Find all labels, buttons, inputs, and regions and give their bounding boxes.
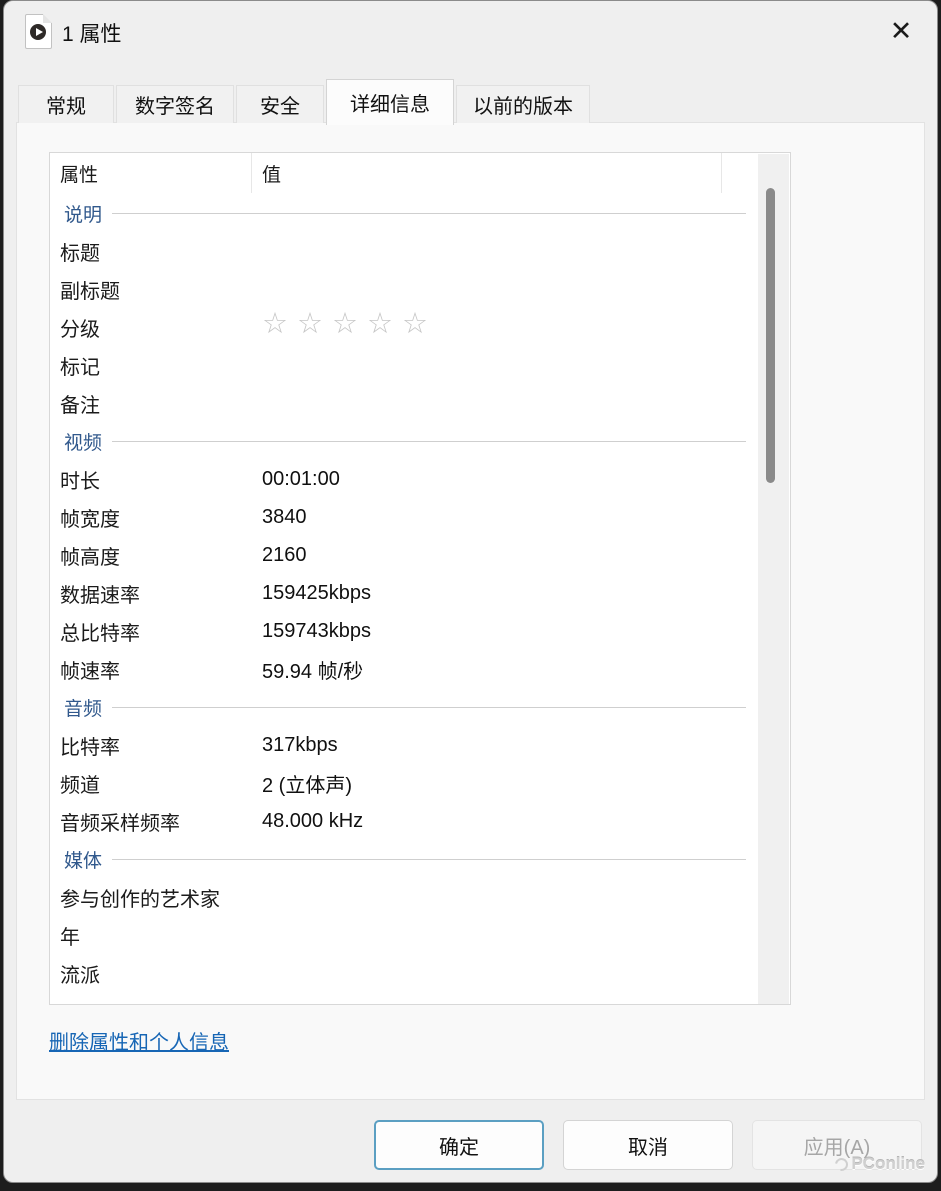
row-frame-rate[interactable]: 帧速率 59.94 帧/秒 [50, 650, 760, 688]
cancel-button[interactable]: 取消 [563, 1120, 733, 1170]
properties-dialog: 1 属性 ✕ 常规 数字签名 安全 详细信息 以前的版本 属性 值 说明 标题 [3, 0, 938, 1183]
close-button[interactable]: ✕ [879, 11, 923, 51]
row-year[interactable]: 年 [50, 916, 760, 954]
rating-stars[interactable]: ☆☆☆☆☆ [262, 310, 437, 339]
list-header: 属性 值 [50, 153, 790, 193]
ok-button[interactable]: 确定 [374, 1120, 544, 1170]
property-value: 159425kbps [262, 582, 371, 605]
section-media: 媒体 [50, 840, 760, 878]
property-label: 年 [60, 921, 262, 950]
section-divider [112, 213, 746, 214]
property-label: 备注 [60, 389, 262, 418]
window-title: 1 属性 [62, 18, 122, 48]
list-rows: 说明 标题 副标题 分级 ☆☆☆☆☆ 标记 [50, 194, 760, 992]
scrollbar-thumb[interactable] [766, 188, 775, 483]
pconline-logo-icon [833, 1155, 851, 1173]
scrollbar[interactable] [758, 154, 789, 1005]
property-value: 3840 [262, 506, 307, 529]
remove-properties-link[interactable]: 删除属性和个人信息 [49, 1026, 229, 1055]
property-label: 流派 [60, 959, 262, 988]
tab-strip: 常规 数字签名 安全 详细信息 以前的版本 [18, 77, 590, 123]
row-comments[interactable]: 备注 [50, 384, 760, 422]
details-tab-page: 属性 值 说明 标题 副标题 分级 ☆☆☆☆☆ [16, 122, 925, 1100]
row-data-rate[interactable]: 数据速率 159425kbps [50, 574, 760, 612]
properties-list: 属性 值 说明 标题 副标题 分级 ☆☆☆☆☆ [49, 152, 791, 1005]
property-label: 数据速率 [60, 579, 262, 608]
page-fold-icon [43, 14, 52, 23]
section-divider [112, 707, 746, 708]
property-value: 317kbps [262, 734, 338, 757]
row-length[interactable]: 时长 00:01:00 [50, 460, 760, 498]
property-label: 参与创作的艺术家 [60, 883, 262, 912]
section-label: 媒体 [60, 846, 102, 873]
row-frame-width[interactable]: 帧宽度 3840 [50, 498, 760, 536]
watermark-text: PConline [851, 1154, 925, 1174]
property-label: 标题 [60, 237, 262, 266]
row-subtitle[interactable]: 副标题 [50, 270, 760, 308]
media-file-icon [25, 14, 52, 49]
section-divider [112, 441, 746, 442]
property-label: 帧速率 [60, 655, 262, 684]
play-circle-icon [30, 24, 46, 40]
property-label: 分级 [60, 313, 262, 342]
property-value: 00:01:00 [262, 468, 340, 491]
property-label: 频道 [60, 769, 262, 798]
property-value: 2160 [262, 544, 307, 567]
section-audio: 音频 [50, 688, 760, 726]
tab-details[interactable]: 详细信息 [326, 79, 454, 125]
tab-general[interactable]: 常规 [18, 85, 114, 123]
column-header-value: 值 [252, 153, 722, 193]
section-divider [112, 859, 746, 860]
play-triangle-icon [36, 28, 43, 36]
property-label: 音频采样频率 [60, 807, 262, 836]
row-rating[interactable]: 分级 ☆☆☆☆☆ [50, 308, 760, 346]
property-label: 帧高度 [60, 541, 262, 570]
property-label: 总比特率 [60, 617, 262, 646]
pconline-watermark: PConline [835, 1154, 925, 1174]
property-value: 48.000 kHz [262, 810, 363, 833]
row-tags[interactable]: 标记 [50, 346, 760, 384]
property-label: 标记 [60, 351, 262, 380]
row-genre[interactable]: 流派 [50, 954, 760, 992]
row-channels[interactable]: 频道 2 (立体声) [50, 764, 760, 802]
property-label: 时长 [60, 465, 262, 494]
row-audio-bitrate[interactable]: 比特率 317kbps [50, 726, 760, 764]
property-label: 副标题 [60, 275, 262, 304]
tab-previous-versions[interactable]: 以前的版本 [456, 85, 590, 123]
property-value: 159743kbps [262, 620, 371, 643]
property-value: 59.94 帧/秒 [262, 655, 363, 684]
row-frame-height[interactable]: 帧高度 2160 [50, 536, 760, 574]
section-label: 说明 [60, 200, 102, 227]
tab-digital-signatures[interactable]: 数字签名 [116, 85, 234, 123]
tab-security[interactable]: 安全 [236, 85, 324, 123]
property-label: 比特率 [60, 731, 262, 760]
section-description: 说明 [50, 194, 760, 232]
row-title[interactable]: 标题 [50, 232, 760, 270]
row-contributing-artists[interactable]: 参与创作的艺术家 [50, 878, 760, 916]
property-value: 2 (立体声) [262, 769, 352, 798]
column-header-property: 属性 [50, 153, 252, 193]
title-bar: 1 属性 ✕ [4, 1, 937, 63]
section-video: 视频 [50, 422, 760, 460]
section-label: 音频 [60, 694, 102, 721]
property-label: 帧宽度 [60, 503, 262, 532]
row-sample-rate[interactable]: 音频采样频率 48.000 kHz [50, 802, 760, 840]
row-total-bitrate[interactable]: 总比特率 159743kbps [50, 612, 760, 650]
section-label: 视频 [60, 428, 102, 455]
